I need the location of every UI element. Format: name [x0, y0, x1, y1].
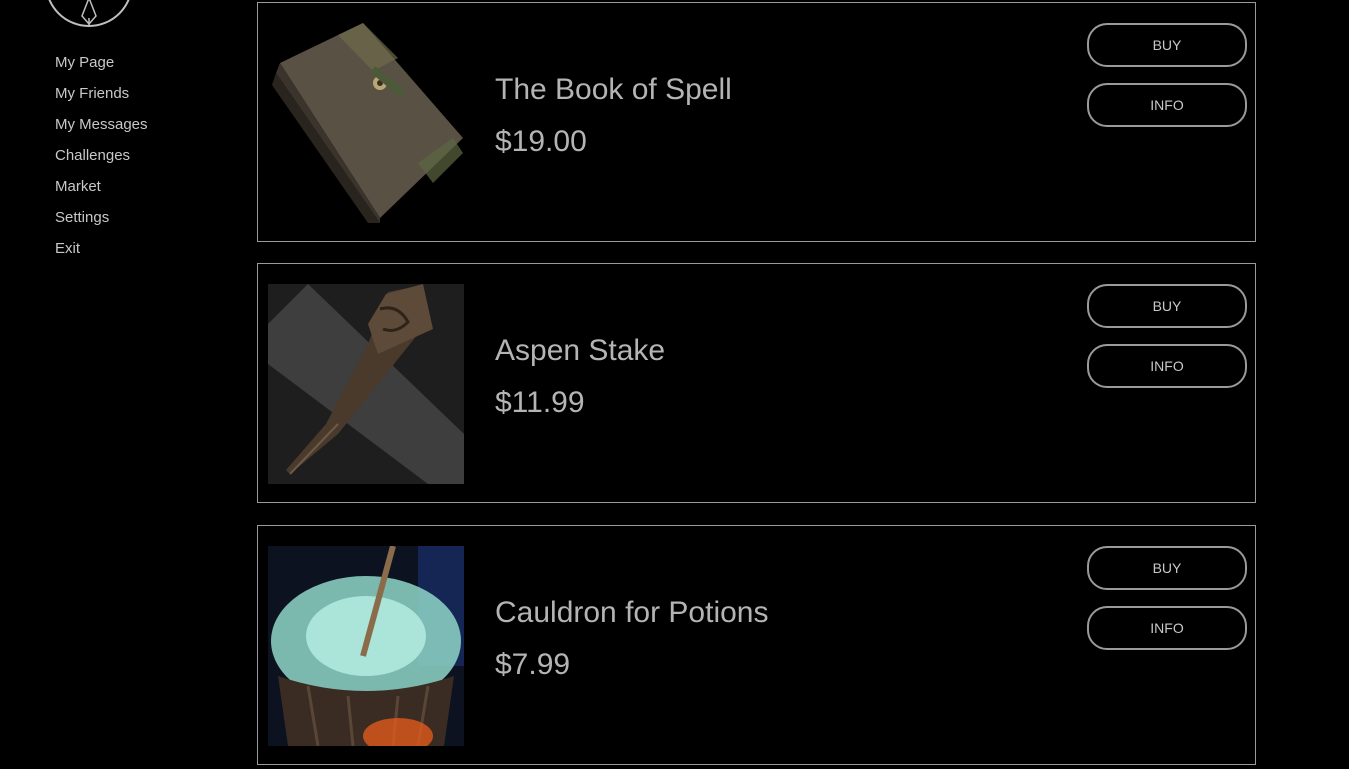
product-name: The Book of Spell — [495, 73, 732, 106]
product-card: Cauldron for Potions $7.99 BUY INFO — [257, 525, 1256, 765]
nav-item-challenges[interactable]: Challenges — [55, 145, 148, 176]
nav-item-my-friends[interactable]: My Friends — [55, 83, 148, 114]
product-name: Cauldron for Potions — [495, 596, 769, 629]
cauldron-image — [268, 546, 464, 746]
nav-item-settings[interactable]: Settings — [55, 207, 148, 238]
buy-button[interactable]: BUY — [1087, 23, 1247, 67]
nav-item-my-page[interactable]: My Page — [55, 52, 148, 83]
main-nav: My Page My Friends My Messages Challenge… — [55, 52, 148, 269]
info-button[interactable]: INFO — [1087, 83, 1247, 127]
info-button[interactable]: INFO — [1087, 344, 1247, 388]
product-card: The Book of Spell $19.00 BUY INFO — [257, 2, 1256, 242]
product-price: $11.99 — [495, 386, 585, 419]
buy-button[interactable]: BUY — [1087, 284, 1247, 328]
info-button[interactable]: INFO — [1087, 606, 1247, 650]
product-price: $19.00 — [495, 125, 587, 158]
nav-item-market[interactable]: Market — [55, 176, 148, 207]
nav-item-my-messages[interactable]: My Messages — [55, 114, 148, 145]
product-card: Aspen Stake $11.99 BUY INFO — [257, 263, 1256, 503]
sidebar: My Page My Friends My Messages Challenge… — [0, 0, 240, 769]
nav-item-exit[interactable]: Exit — [55, 238, 148, 269]
product-name: Aspen Stake — [495, 334, 666, 367]
spell-book-image — [268, 23, 464, 223]
buy-button[interactable]: BUY — [1087, 546, 1247, 590]
wooden-stake-image — [268, 284, 464, 484]
product-price: $7.99 — [495, 648, 571, 681]
pentagram-logo — [44, 0, 134, 28]
